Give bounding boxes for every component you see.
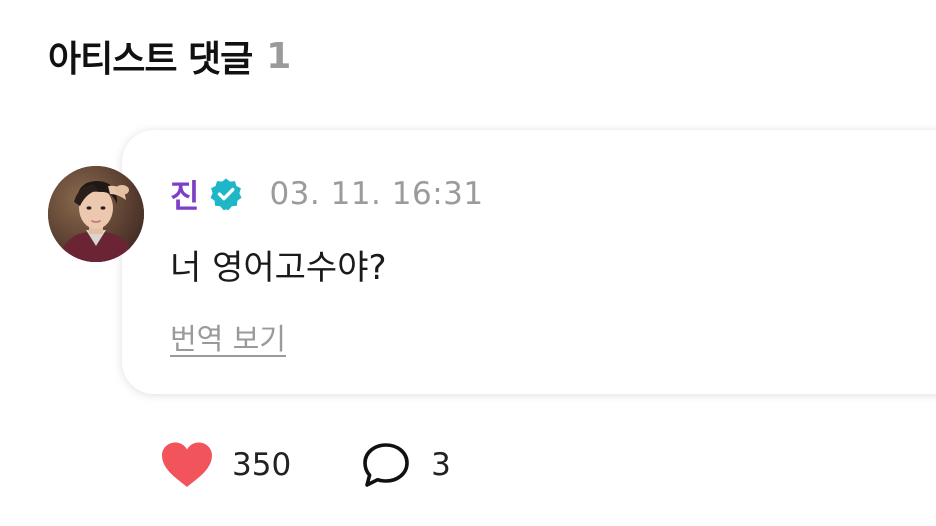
artist-comments-section: 아티스트 댓글 1 진 03. 11. 16:31 너 영어고수야? 번역 보기 — [0, 0, 936, 526]
heart-icon — [162, 442, 212, 487]
like-button[interactable]: 350 — [160, 441, 291, 489]
reply-button[interactable]: 3 — [361, 441, 451, 489]
comment-card: 진 03. 11. 16:31 너 영어고수야? 번역 보기 — [122, 130, 936, 394]
comment-meta: 진 03. 11. 16:31 — [170, 172, 484, 216]
artist-avatar[interactable] — [48, 166, 144, 262]
author-name[interactable]: 진 — [170, 171, 199, 217]
translate-link[interactable]: 번역 보기 — [170, 316, 286, 358]
section-title: 아티스트 댓글 — [48, 39, 253, 80]
comment-text: 너 영어고수야? — [170, 248, 387, 288]
comment-actions: 350 3 — [160, 438, 451, 492]
comment-count: 1 — [266, 35, 291, 77]
speech-bubble-icon — [363, 443, 409, 487]
comment-timestamp: 03. 11. 16:31 — [269, 176, 484, 212]
like-count: 350 — [232, 447, 292, 483]
verified-badge-icon — [209, 177, 243, 211]
section-header: 아티스트 댓글 1 — [48, 30, 291, 82]
reply-count: 3 — [431, 447, 451, 483]
